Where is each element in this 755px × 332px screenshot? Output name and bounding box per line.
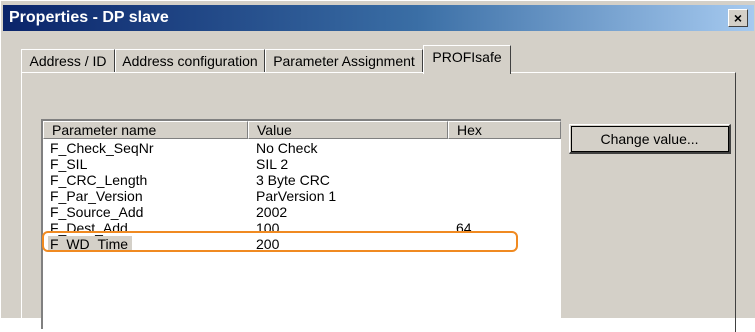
parameter-name: F_WD_Time [48, 236, 133, 252]
tab-address-id[interactable]: Address / ID [21, 49, 115, 73]
tab-label: Address configuration [122, 53, 258, 69]
parameter-name: F_CRC_Length [50, 172, 148, 188]
column-header-value[interactable]: Value [248, 121, 448, 139]
window-title: Properties - DP slave [9, 9, 169, 26]
tab-profisafe[interactable]: PROFIsafe [423, 45, 511, 74]
table-row[interactable]: F_Check_SeqNr No Check [43, 140, 561, 156]
tab-label: PROFIsafe [432, 49, 502, 65]
parameter-name: F_Source_Add [50, 204, 144, 220]
parameter-value: 3 Byte CRC [256, 172, 330, 188]
parameter-name: F_Dest_Add [50, 220, 128, 236]
parameter-hex: 64 [456, 220, 472, 236]
table-row[interactable]: F_Par_Version ParVersion 1 [43, 188, 561, 204]
parameter-value: 2002 [256, 204, 288, 220]
parameter-name: F_Check_SeqNr [50, 140, 154, 156]
table-row[interactable]: F_CRC_Length 3 Byte CRC [43, 172, 561, 188]
column-header-parameter-name[interactable]: Parameter name [43, 121, 248, 139]
list-header: Parameter name Value Hex [43, 121, 561, 139]
parameter-name: F_SIL [50, 156, 88, 172]
table-row-selected[interactable]: F_WD_Time 200 [43, 236, 561, 252]
parameter-value: No Check [256, 140, 318, 156]
parameter-value: ParVersion 1 [256, 188, 337, 204]
tab-address-configuration[interactable]: Address configuration [115, 49, 265, 73]
parameter-list[interactable]: Parameter name Value Hex F_Check_SeqNr N… [41, 119, 561, 329]
table-row[interactable]: F_SIL SIL 2 [43, 156, 561, 172]
table-row[interactable]: F_Source_Add 2002 [43, 204, 561, 220]
tab-parameter-assignment[interactable]: Parameter Assignment [265, 49, 423, 73]
parameter-value: 100 [256, 220, 280, 236]
properties-dialog: Properties - DP slave × Address / ID Add… [0, 0, 755, 332]
close-button[interactable]: × [728, 9, 748, 27]
parameter-name: F_Par_Version [50, 188, 143, 204]
change-value-button[interactable]: Change value... [569, 124, 731, 154]
title-bar[interactable]: Properties - DP slave × [3, 5, 754, 31]
tab-label: Parameter Assignment [273, 53, 415, 69]
parameter-value: 200 [256, 236, 280, 252]
column-header-hex[interactable]: Hex [448, 121, 561, 139]
table-row-highlighted[interactable]: F_Dest_Add 100 64 [43, 220, 561, 236]
close-icon: × [733, 10, 743, 26]
tab-label: Address / ID [29, 53, 107, 69]
parameter-value: SIL 2 [256, 156, 289, 172]
